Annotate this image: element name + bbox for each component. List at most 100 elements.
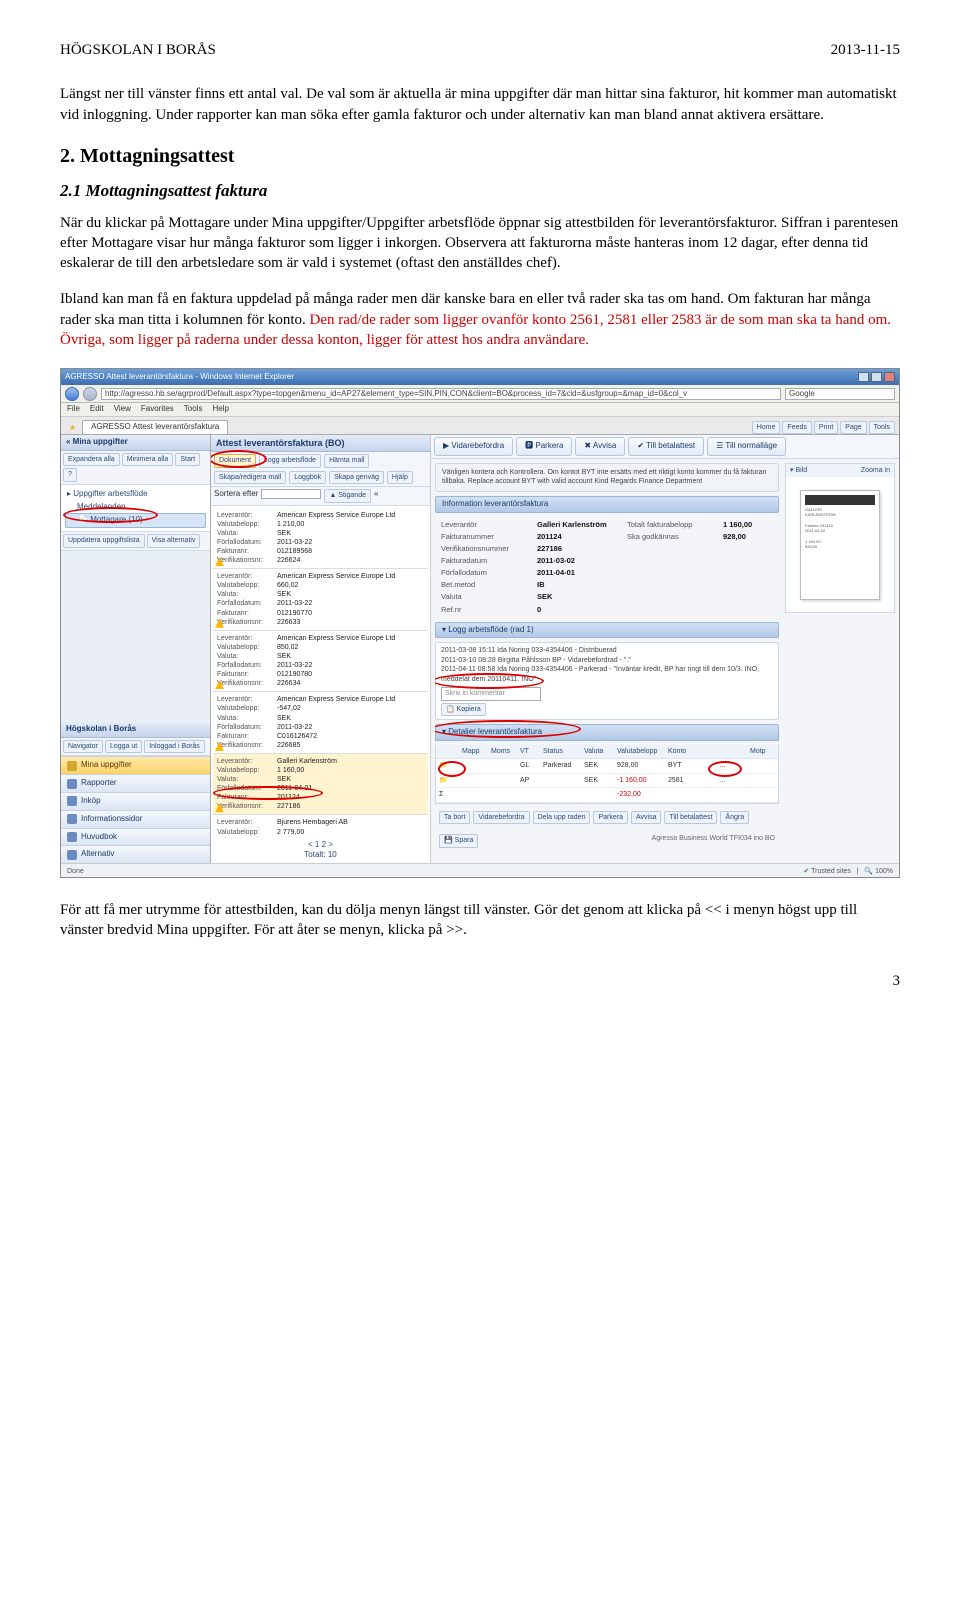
left-sidebar: « Mina uppgifter Expandera alla Minimera…: [61, 435, 211, 863]
toolbar-logg[interactable]: Logg arbetsflöde: [259, 454, 321, 467]
menu-tools[interactable]: Tools: [184, 404, 203, 415]
sidebar-tree: ▸ Uppgifter arbetsflöde Meddelanden 📄 Mo…: [61, 485, 210, 532]
invoice-card[interactable]: Leverantör:American Express Service Euro…: [213, 692, 428, 754]
ie-menubar: File Edit View Favorites Tools Help: [61, 403, 899, 417]
minimize-button[interactable]: [858, 372, 869, 382]
btn-vidarebefordra[interactable]: ▶ Vidarebefordra: [434, 437, 513, 456]
log-line-2: 2011-03-10 08:28 Birgitta Påhlsson BP - …: [441, 656, 773, 665]
invoice-card[interactable]: Leverantör:American Express Service Euro…: [213, 569, 428, 631]
btn-parkera[interactable]: 🅿 Parkera: [516, 437, 572, 456]
section-2-title: 2. Mottagningsattest: [60, 143, 900, 170]
favorites-star-icon[interactable]: ★: [65, 423, 80, 434]
toolbar-hamta[interactable]: Hämta mall: [324, 454, 369, 467]
kv-skg: 928,00: [723, 532, 773, 542]
back-button[interactable]: [65, 387, 79, 401]
nav-rapporter[interactable]: Rapporter: [61, 774, 210, 792]
invoice-card[interactable]: Leverantör:Bjurens Hembageri ABValutabel…: [213, 815, 428, 837]
boras-panel-title: Högskolan i Borås: [61, 722, 210, 738]
nav-info[interactable]: Informationssidor: [61, 810, 210, 828]
collapse-all-button[interactable]: Minimera alla: [122, 453, 174, 466]
nav-mina-uppgifter[interactable]: Mina uppgifter: [61, 756, 210, 774]
tree-root[interactable]: ▸ Uppgifter arbetsflöde: [65, 488, 206, 501]
url-input[interactable]: http://agresso.hb.se/agrprod/Default.asp…: [101, 388, 781, 400]
page-number: 3: [60, 971, 900, 991]
document-preview[interactable]: GALLERIKARLENSTRÖM Faktura 201124 2011-0…: [800, 490, 880, 600]
close-button[interactable]: [884, 372, 895, 382]
nav-inkop[interactable]: Inköp: [61, 792, 210, 810]
log-box: 2011-03-08 15:11 Ida Noring 033-4354406 …: [435, 642, 779, 720]
kv-skg-lbl: Ska godkännas: [627, 532, 717, 542]
maximize-button[interactable]: [871, 372, 882, 382]
detail-row[interactable]: 📁GLParkeradSEK928,00BYT…mälning,reg Elek…: [436, 759, 778, 773]
ie-page-button[interactable]: Page: [840, 421, 866, 434]
detIl-panel: ▶ Vidarebefordra 🅿 Parkera ✖ Avvisa ✔ Ti…: [431, 435, 899, 863]
rowaction-vidarebefordra[interactable]: Vidarebefordra: [473, 811, 529, 824]
zoom-in-link[interactable]: Zooma in: [861, 466, 890, 475]
detail-sigma-value: -232,00: [617, 790, 667, 799]
detail-row[interactable]: 📁APSEK-1 160,002581…: [436, 774, 778, 788]
toolbar-hjalp[interactable]: Hjälp: [387, 471, 413, 484]
rowaction-till-betalattest[interactable]: Till betalattest: [664, 811, 717, 824]
menu-view[interactable]: View: [114, 404, 131, 415]
save-button[interactable]: 💾 Spara: [439, 834, 478, 847]
invoice-card[interactable]: Leverantör:American Express Service Euro…: [213, 631, 428, 693]
kv-valuta-lbl: Valuta: [441, 592, 531, 602]
show-alternatives-button[interactable]: Visa alternativ: [147, 534, 201, 547]
update-list-button[interactable]: Uppdatera uppgiftslista: [63, 534, 145, 547]
invoice-thumbnail: ▾ BildZooma in GALLERIKARLENSTRÖM Faktur…: [785, 463, 895, 613]
ie-feeds-button[interactable]: Feeds: [782, 421, 811, 434]
sort-field[interactable]: [261, 489, 321, 499]
menu-edit[interactable]: Edit: [90, 404, 104, 415]
toolbar-genvag[interactable]: Skapa genväg: [329, 471, 384, 484]
rowaction-parkera[interactable]: Parkera: [593, 811, 628, 824]
menu-favorites[interactable]: Favorites: [141, 404, 174, 415]
menu-help[interactable]: Help: [212, 404, 228, 415]
expand-all-button[interactable]: Expandera alla: [63, 453, 120, 466]
logout-button[interactable]: Logga ut: [105, 740, 142, 753]
kv-lev: Galleri Karlenström: [537, 520, 621, 530]
status-zoom[interactable]: 100%: [875, 868, 893, 875]
browser-tab[interactable]: AGRESSO Attest leverantörsfaktura: [82, 420, 228, 434]
ie-tab-row: ★ AGRESSO Attest leverantörsfaktura Home…: [61, 417, 899, 435]
start-button[interactable]: Start: [175, 453, 200, 466]
nav-huvudbok[interactable]: Huvudbok: [61, 828, 210, 846]
tree-mottagare[interactable]: 📄 Mottagare (10): [65, 513, 206, 528]
toolbar-dokument[interactable]: Dokument: [214, 454, 256, 467]
toolbar-skapa[interactable]: Skapa/redigera mall: [214, 471, 286, 484]
comment-input[interactable]: Skriv in kommentar: [441, 687, 541, 700]
btn-betalattest[interactable]: ✔ Till betalattest: [628, 437, 704, 456]
rowaction-avvisa[interactable]: Avvisa: [631, 811, 662, 824]
btn-avvisa[interactable]: ✖ Avvisa: [575, 437, 625, 456]
log-header[interactable]: ▾ Logg arbetsflöde (rad 1): [435, 622, 779, 639]
thumb-title: Bild: [795, 467, 807, 474]
kv-ver: 227186: [537, 544, 621, 554]
ie-tools-button[interactable]: Tools: [869, 421, 895, 434]
kv-fnr: 201124: [537, 532, 621, 542]
pager[interactable]: < 1 2 >Totalt: 10: [211, 838, 430, 864]
nav-alternativ[interactable]: Alternativ: [61, 845, 210, 863]
window-title: AGRESSO Attest leverantörsfaktura - Wind…: [65, 372, 294, 383]
tree-meddelanden[interactable]: Meddelanden: [65, 501, 206, 514]
rowaction-ångra[interactable]: Ångra: [720, 811, 749, 824]
navigator-button[interactable]: Navigator: [63, 740, 103, 753]
help-button[interactable]: ?: [63, 468, 77, 481]
invoice-card[interactable]: Leverantör:Galleri KarlenströmValutabelo…: [213, 754, 428, 816]
search-input[interactable]: Google: [785, 388, 895, 400]
copy-button[interactable]: 📋 Kopiera: [441, 703, 486, 716]
status-trusted: Trusted sites: [811, 868, 851, 875]
ie-home-button[interactable]: Home: [752, 421, 781, 434]
toolbar-loggbok[interactable]: Loggbok: [289, 471, 326, 484]
btn-normallage[interactable]: ☰ Till normalläge: [707, 437, 786, 456]
collapse-icon[interactable]: «: [374, 489, 378, 502]
invoice-card[interactable]: Leverantör:American Express Service Euro…: [213, 508, 428, 570]
kv-tot-lbl: Totalt fakturabelopp: [627, 520, 717, 530]
invoice-list[interactable]: Leverantör:American Express Service Euro…: [211, 506, 430, 838]
kv-bet: IB: [537, 580, 621, 590]
forward-button[interactable]: [83, 387, 97, 401]
rowaction-dela-upp-raden[interactable]: Dela upp raden: [533, 811, 591, 824]
sort-direction[interactable]: ▲ Stigande: [324, 489, 371, 502]
ie-print-button[interactable]: Print: [814, 421, 838, 434]
rowaction-ta-bort[interactable]: Ta bort: [439, 811, 470, 824]
menu-file[interactable]: File: [67, 404, 80, 415]
detail-header[interactable]: ▾ Detaljer leverantörsfaktura: [435, 724, 779, 741]
